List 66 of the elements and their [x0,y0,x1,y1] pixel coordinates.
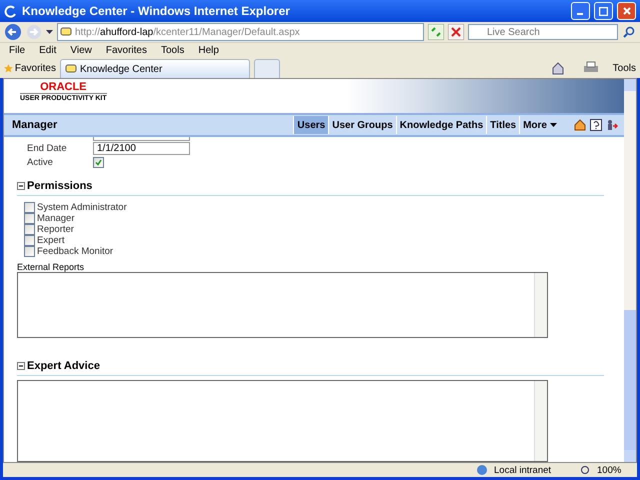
caret-icon [550,123,557,127]
help-icon[interactable] [590,119,602,131]
text-area[interactable] [17,272,548,338]
nav-tab[interactable]: Users [293,116,328,134]
browser-tab[interactable]: Knowledge Center [60,59,250,78]
checkbox-label: Manager [37,213,74,224]
globe-icon [476,464,488,476]
menu-item[interactable]: File [4,45,30,56]
more-menu[interactable]: More [519,116,560,134]
checkbox[interactable] [93,156,104,168]
nav-tab[interactable]: Titles [486,116,520,134]
menu-item[interactable]: View [65,45,97,56]
search-icon[interactable] [622,25,636,39]
checkbox[interactable] [24,224,35,236]
section-title: Expert Advice [27,360,100,372]
input-field[interactable] [93,137,190,141]
collapse-icon[interactable] [17,362,25,370]
page-icon [65,64,77,74]
scrollbar[interactable] [624,79,636,462]
field-label: End Date [27,143,68,154]
search-field[interactable]: Live Search [468,24,618,40]
checkbox[interactable] [24,246,35,258]
checkbox-label: Expert [37,235,64,246]
checkbox[interactable] [24,213,35,224]
menu-item[interactable]: Favorites [100,45,152,56]
zoom-icon[interactable] [580,464,591,476]
minimize-button[interactable] [571,2,590,20]
refresh-button[interactable] [428,24,444,40]
back-button[interactable] [4,23,22,41]
input-field[interactable]: 1/1/2100 [93,142,190,156]
favorites-button[interactable]: Favorites [4,62,56,74]
menu-item[interactable]: Edit [34,45,62,56]
star-icon [4,62,13,74]
text-area[interactable] [17,380,548,462]
home-icon[interactable] [574,119,586,131]
dropdown-icon[interactable] [46,30,53,34]
page-title: Manager [12,119,58,131]
close-button[interactable] [617,2,636,20]
browser-logo-icon [4,4,18,18]
close-icon [622,7,630,15]
maximize-button[interactable] [594,2,613,20]
field-label: External Reports [17,262,86,272]
checkbox-label: Reporter [37,224,74,236]
checkbox[interactable] [24,202,35,214]
home-icon[interactable] [550,61,565,75]
checkbox-label: Feedback Monitor [37,246,114,258]
collapse-icon[interactable] [17,182,25,190]
maximize-icon [599,6,608,16]
nav-tab[interactable]: User Groups [328,116,396,134]
zone-label: Local intranet [494,464,552,476]
menu-item[interactable]: Tools [156,45,190,56]
menu-item[interactable]: Help [193,45,224,56]
address-field[interactable]: http://ahufford-lap/kcenter11/Manager/Default.aspx [57,23,424,41]
zoom-level[interactable]: 100% [597,464,633,476]
field-label: Active [27,156,54,168]
logout-icon[interactable] [606,119,618,131]
stop-button[interactable] [448,24,464,40]
page-icon [60,26,72,38]
checkbox[interactable] [24,235,35,246]
window-title: Knowledge Center - Windows Internet Explorer [22,4,291,18]
tools-button[interactable]: Tools [612,62,636,74]
brand-logo: ORACLE [40,81,87,93]
checkbox-label: System Administrator [37,202,127,214]
nav-tab[interactable]: Knowledge Paths [396,116,486,134]
printer-icon[interactable] [582,61,599,75]
section-title: Permissions [27,180,92,192]
